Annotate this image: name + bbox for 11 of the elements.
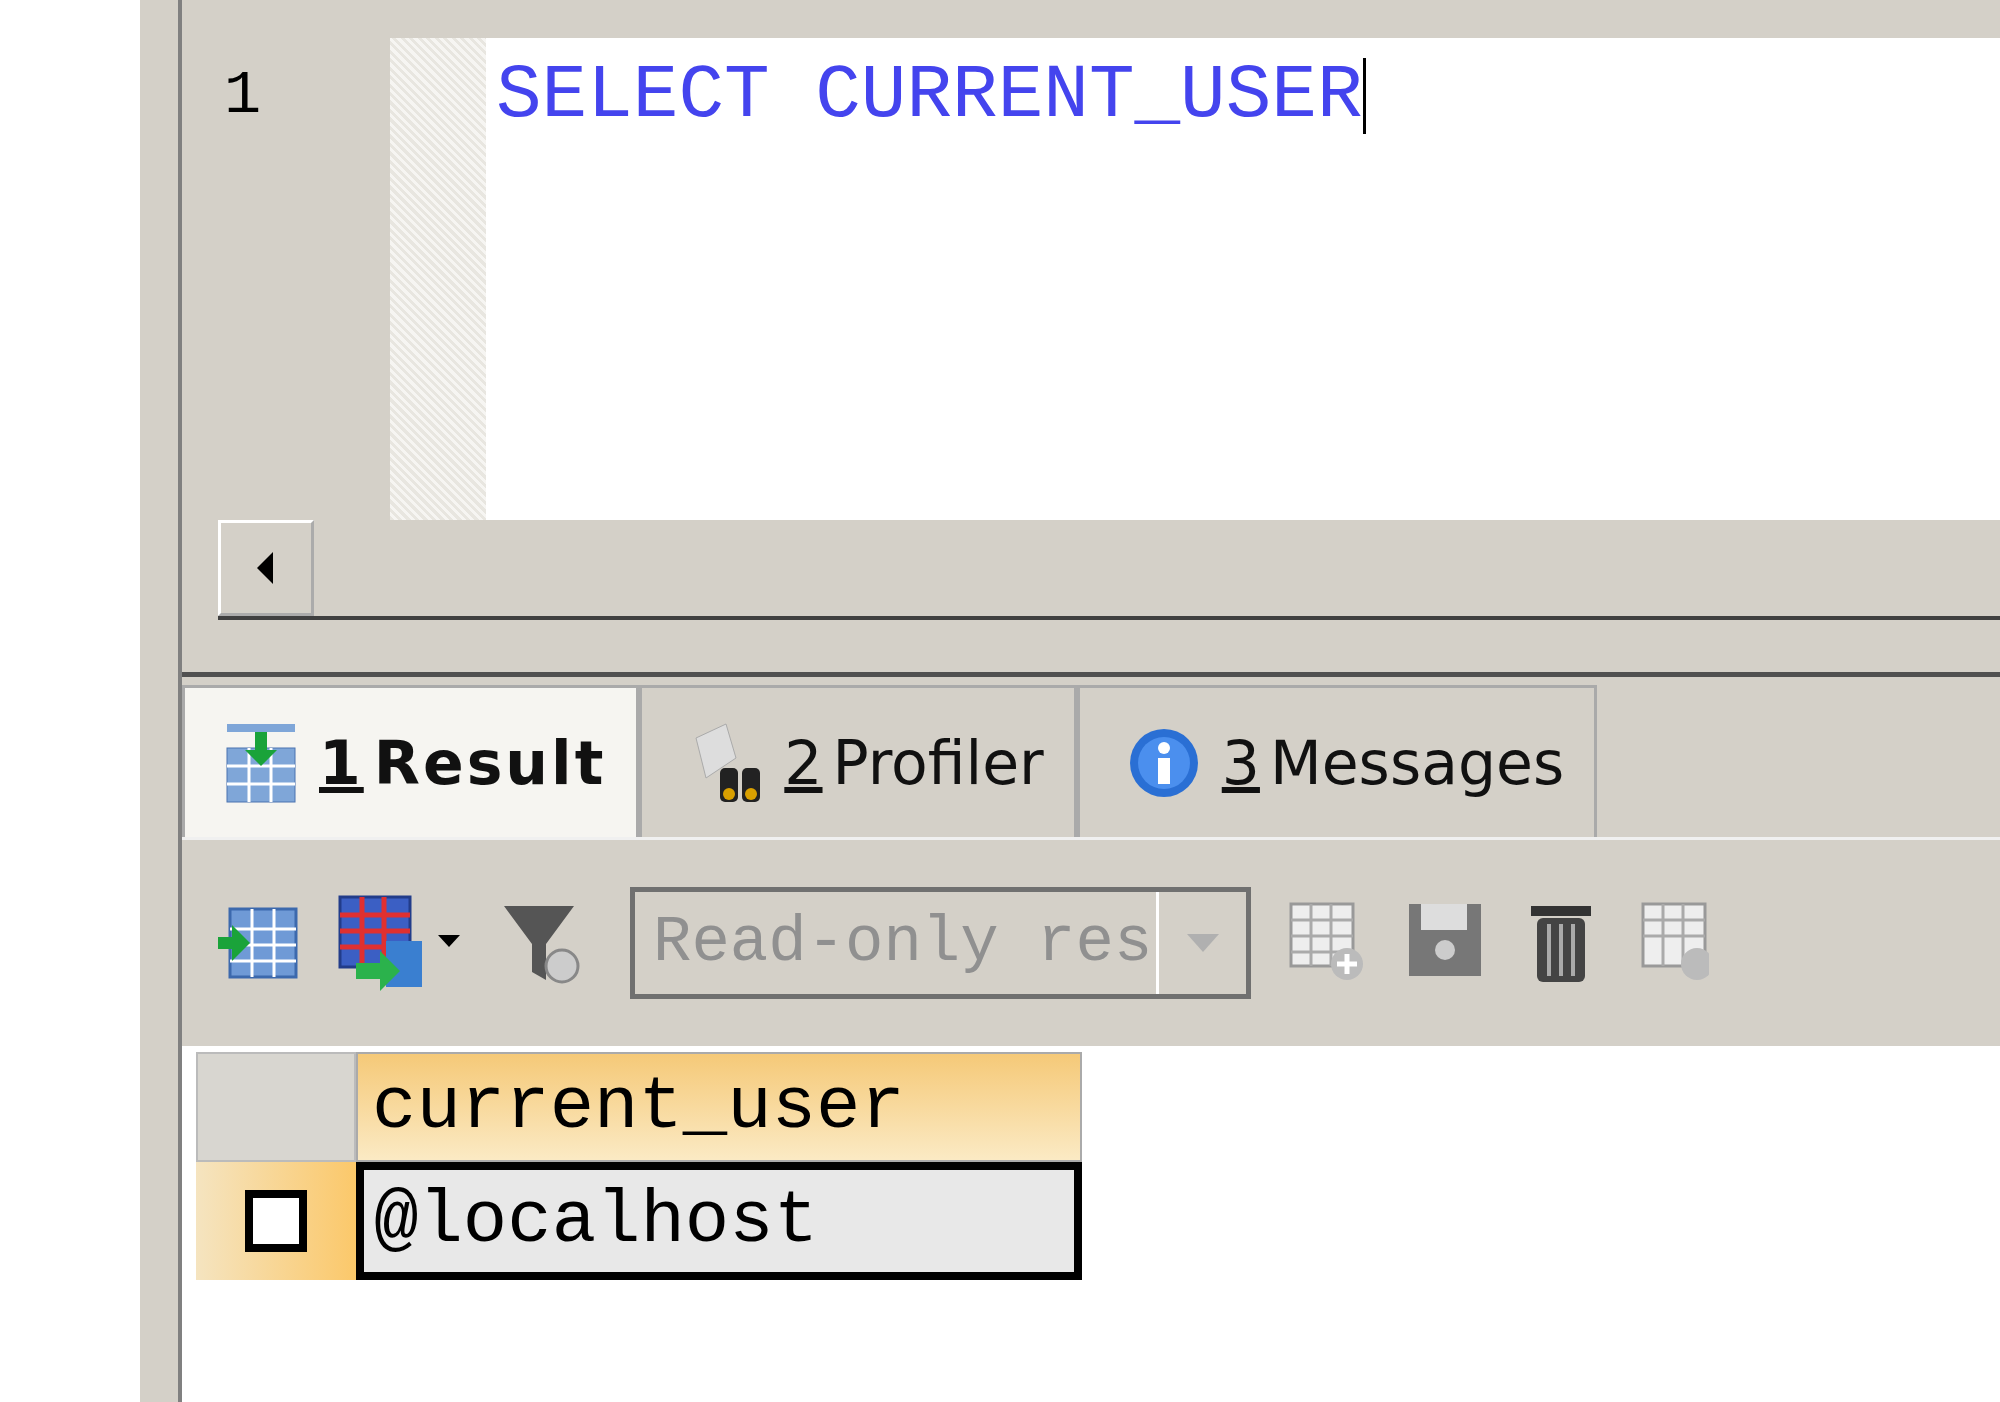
sql-code[interactable]: SELECT CURRENT_USER [496,50,1363,142]
line-number: 1 [224,60,262,131]
result-tab[interactable]: 3 Messages [1076,685,1598,837]
horizontal-scrollbar[interactable] [218,520,2000,620]
result-tab[interactable]: 2 Profiler [639,685,1077,837]
scroll-left-button[interactable] [218,520,314,616]
row-checkbox[interactable] [245,1190,307,1252]
row-header[interactable] [196,1162,356,1280]
result-tab[interactable]: 1 Result [182,685,640,837]
column-header[interactable]: current_user [356,1052,1082,1162]
table-cell[interactable]: @localhost [356,1162,1082,1280]
